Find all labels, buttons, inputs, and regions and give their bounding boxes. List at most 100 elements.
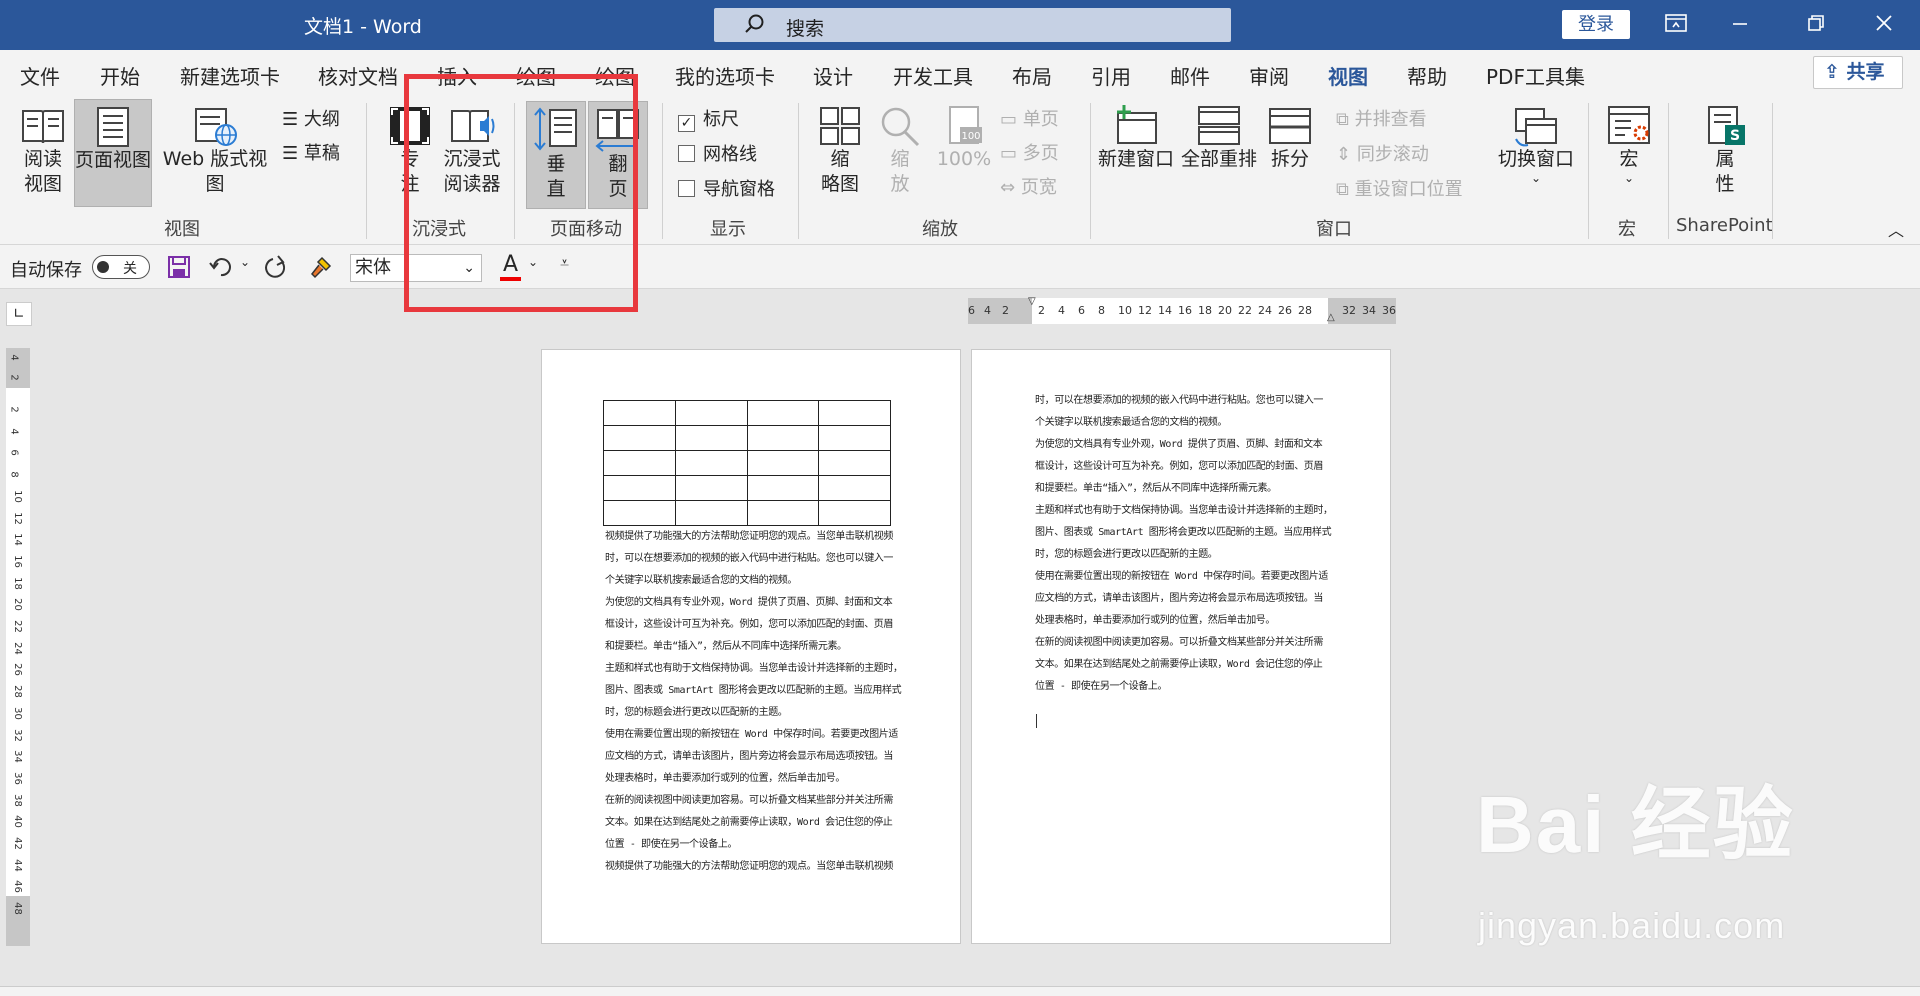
save-icon[interactable] (166, 254, 192, 285)
collapse-ribbon-icon[interactable]: ︿ (1888, 217, 1904, 241)
ruler-tick-label: 26 (1278, 304, 1292, 317)
ruler-tick-label: 6 (1078, 304, 1085, 317)
table-cell[interactable] (603, 475, 676, 501)
tab-help[interactable]: 帮助 (1407, 61, 1447, 90)
gridlines-checkbox[interactable]: 网格线 (678, 140, 757, 166)
table-cell[interactable] (818, 450, 891, 476)
restore-icon[interactable] (1796, 10, 1836, 40)
arrange-all-button[interactable]: 全部重排 (1178, 105, 1260, 209)
split-button[interactable]: 拆分 (1262, 105, 1318, 209)
tab-file[interactable]: 文件 (20, 61, 60, 90)
paragraph-line: 个关键字以联机搜索最适合您的文档的视频。 (1035, 417, 1227, 428)
side-by-side-icon: ⧉ (1336, 109, 1349, 130)
paragraph-line: 在新的阅读视图中阅读更加容易。可以折叠文档某些部分并关注所需 (605, 795, 893, 806)
one-page-button[interactable]: ▭ 单页 (1000, 105, 1059, 131)
document-page-2[interactable]: 时，可以在想要添加的视频的嵌入代码中进行粘贴。您也可以键入一 个关键字以联机搜索最… (971, 349, 1391, 944)
ruler-tick-label: 8 (1098, 304, 1105, 317)
ruler-indent-marker-icon[interactable]: ▽ (1028, 296, 1036, 307)
tab-new-tab[interactable]: 新建选项卡 (180, 61, 280, 90)
zoom-button[interactable]: 缩 放 (872, 105, 928, 209)
search-box[interactable]: 搜索 (714, 8, 1231, 42)
share-label: 共享 (1846, 61, 1885, 83)
table-cell[interactable] (818, 400, 891, 426)
switch-windows-button[interactable]: 切换窗口 ⌄ (1494, 105, 1578, 209)
paragraph-line: 使用在需要位置出现的新按钮在 Word 中保存时间。若要更改图片适 (1035, 571, 1328, 582)
table-cell[interactable] (818, 475, 891, 501)
properties-button[interactable]: S 属 性 (1690, 105, 1760, 209)
table-cell[interactable] (603, 450, 676, 476)
table-cell[interactable] (746, 475, 820, 501)
table-cell[interactable] (746, 500, 820, 526)
reading-view-button[interactable]: 阅读 视图 (10, 105, 76, 209)
group-label-view: 视图 (164, 219, 200, 240)
table-cell[interactable] (746, 400, 820, 426)
ribbon-display-options-icon[interactable] (1656, 10, 1696, 40)
document-table[interactable] (603, 400, 891, 526)
web-layout-icon (195, 108, 237, 146)
autosave-toggle[interactable]: 关 (92, 255, 150, 279)
tab-developer[interactable]: 开发工具 (893, 61, 973, 90)
multiple-pages-button[interactable]: ▭ 多页 (1000, 139, 1059, 165)
table-cell[interactable] (746, 425, 820, 451)
login-button[interactable]: 登录 (1562, 10, 1630, 39)
undo-dropdown-icon[interactable]: ⌄ (240, 255, 250, 269)
document-page-1[interactable]: 视频提供了功能强大的方法帮助您证明您的观点。当您单击联机视频 时，可以在想要添加的… (541, 349, 961, 944)
tab-review[interactable]: 审阅 (1249, 61, 1289, 90)
table-cell[interactable] (674, 500, 748, 526)
ruler-tick-label: 26 (11, 663, 23, 677)
autosave-label: 自动保存 (10, 260, 82, 281)
table-cell[interactable] (674, 450, 748, 476)
table-cell[interactable] (603, 425, 676, 451)
outline-button[interactable]: ☰ 大纲 (282, 105, 340, 131)
paragraph-line: 在新的阅读视图中阅读更加容易。可以折叠文档某些部分并关注所需 (1035, 637, 1323, 648)
ruler-checkbox[interactable]: ✓ 标尺 (678, 105, 739, 132)
sync-scroll-button[interactable]: ⇕ 同步滚动 (1336, 140, 1429, 166)
ruler-tick-label: 18 (1198, 304, 1212, 317)
table-cell[interactable] (674, 400, 748, 426)
paragraph-line: 位置 - 即使在另一个设备上。 (605, 839, 738, 850)
tab-design[interactable]: 设计 (813, 61, 853, 90)
ruler-tick-label: 10 (1118, 304, 1132, 317)
table-cell[interactable] (818, 425, 891, 451)
ruler-indent-marker-icon[interactable]: △ (1327, 312, 1335, 323)
nav-pane-checkbox[interactable]: 导航窗格 (678, 175, 775, 201)
tab-view[interactable]: 视图 (1328, 61, 1368, 99)
table-cell[interactable] (603, 400, 676, 426)
vertical-ruler[interactable]: 4 2 2 4 6 8 10 12 14 16 18 20 22 24 26 28 30 32 34 36 38 40 42… (6, 348, 30, 946)
zoom-100-button[interactable]: 100 100% (934, 105, 994, 209)
redo-icon[interactable] (264, 254, 290, 285)
print-layout-button[interactable]: 页面视图 (74, 99, 152, 207)
undo-icon[interactable] (208, 254, 234, 285)
tab-layout[interactable]: 布局 (1012, 61, 1052, 90)
minimize-icon[interactable] (1720, 10, 1760, 40)
horizontal-ruler[interactable]: ▽ △ 6 4 2 2 4 6 8 10 12 14 16 18 20 22 24 26 28 32 34 36 (968, 296, 1396, 324)
format-painter-icon[interactable] (308, 254, 334, 285)
tab-home[interactable]: 开始 (100, 61, 140, 90)
paragraph-line: 处理表格时，单击要添加行或列的位置，然后单击加号。 (1035, 615, 1275, 626)
reset-window-button[interactable]: ⧉ 重设窗口位置 (1336, 175, 1463, 201)
share-button[interactable]: ⇪ 共享 (1813, 56, 1903, 89)
table-cell[interactable] (818, 500, 891, 526)
tab-review-doc[interactable]: 核对文档 (318, 61, 398, 90)
table-cell[interactable] (603, 500, 676, 526)
table-cell[interactable] (746, 450, 820, 476)
page-width-button[interactable]: ⇔ 页宽 (1000, 173, 1057, 199)
macros-button[interactable]: 宏 ⌄ (1602, 105, 1656, 209)
web-layout-button[interactable]: Web 版式视图 (154, 105, 276, 209)
tab-my-tab[interactable]: 我的选项卡 (675, 61, 775, 90)
paragraph-line: 图片、图表或 SmartArt 图形将会更改以匹配新的主题。当应用样式 (1035, 527, 1332, 538)
tab-selector[interactable]: ∟ (6, 302, 32, 326)
tab-mailings[interactable]: 邮件 (1170, 61, 1210, 90)
table-row (603, 400, 891, 426)
thumbnails-button[interactable]: 缩 略图 (812, 105, 868, 209)
ruler-tick-label: 32 (11, 728, 23, 742)
table-cell[interactable] (674, 425, 748, 451)
tab-pdf-tools[interactable]: PDF工具集 (1486, 61, 1585, 90)
table-cell[interactable] (674, 475, 748, 501)
close-icon[interactable] (1864, 10, 1904, 40)
new-window-button[interactable]: 新建窗口 (1098, 105, 1174, 209)
tab-references[interactable]: 引用 (1091, 61, 1131, 90)
draft-button[interactable]: ☰ 草稿 (282, 139, 340, 165)
paragraph-line: 应文档的方式，请单击该图片，图片旁边将会显示布局选项按钮。当 (1035, 593, 1323, 604)
view-side-by-side-button[interactable]: ⧉ 并排查看 (1336, 105, 1427, 131)
